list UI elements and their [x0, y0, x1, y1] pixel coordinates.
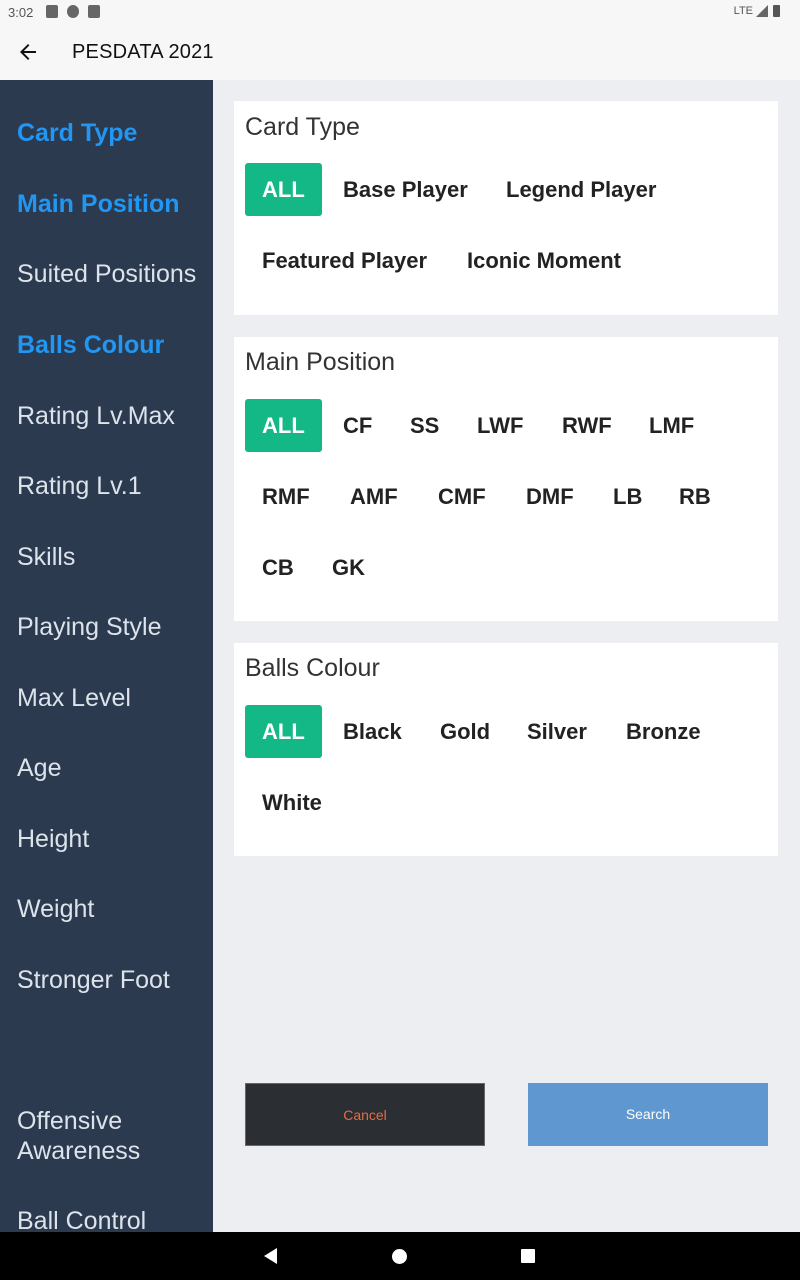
sidebar-item-rating-lv-max[interactable]: Rating Lv.Max	[17, 401, 175, 431]
card-type-chip-all[interactable]: ALL	[245, 163, 322, 216]
network-label: LTE	[733, 5, 753, 17]
colour-chip-silver[interactable]: Silver	[510, 705, 604, 758]
card-type-chip-iconic-moment[interactable]: Iconic Moment	[450, 234, 638, 287]
position-chip-amf[interactable]: AMF	[333, 470, 415, 523]
sidebar-item-balls-colour[interactable]: Balls Colour	[17, 330, 164, 360]
position-chip-cb[interactable]: CB	[245, 541, 311, 594]
search-button[interactable]: Search	[528, 1083, 768, 1146]
nav-home-icon[interactable]	[392, 1249, 407, 1264]
sidebar-item-weight[interactable]: Weight	[17, 894, 94, 924]
position-chip-rwf[interactable]: RWF	[545, 399, 629, 452]
battery-icon	[773, 5, 780, 17]
system-nav-bar	[0, 1232, 800, 1280]
app-title: PESDATA 2021	[72, 41, 214, 63]
colour-chip-black[interactable]: Black	[326, 705, 419, 758]
colour-chip-white[interactable]: White	[245, 776, 339, 829]
card-type-chip-legend-player[interactable]: Legend Player	[489, 163, 673, 216]
position-chip-lb[interactable]: LB	[596, 470, 659, 523]
colour-chip-gold[interactable]: Gold	[423, 705, 507, 758]
colour-chip-bronze[interactable]: Bronze	[609, 705, 718, 758]
position-chip-cf[interactable]: CF	[326, 399, 389, 452]
sidebar-item-rating-lv-1[interactable]: Rating Lv.1	[17, 471, 142, 501]
position-chip-dmf[interactable]: DMF	[509, 470, 591, 523]
balls-colour-section: Balls Colour ALL Black Gold Silver Bronz…	[234, 643, 778, 856]
position-chip-lwf[interactable]: LWF	[460, 399, 540, 452]
position-chip-gk[interactable]: GK	[315, 541, 382, 594]
sidebar-item-main-position[interactable]: Main Position	[17, 189, 180, 219]
position-chip-lmf[interactable]: LMF	[632, 399, 711, 452]
notification-p-icon	[67, 5, 79, 18]
sidebar-item-stronger-foot[interactable]: Stronger Foot	[17, 965, 170, 995]
position-chip-cmf[interactable]: CMF	[421, 470, 503, 523]
app-bar: PESDATA 2021	[0, 24, 800, 80]
card-type-chip-featured-player[interactable]: Featured Player	[245, 234, 444, 287]
notification-icons	[46, 5, 100, 18]
sidebar-item-skills[interactable]: Skills	[17, 542, 75, 572]
signal-icon	[756, 5, 768, 17]
notification-a-icon	[46, 5, 58, 18]
status-time: 3:02	[8, 5, 34, 20]
filter-panel: Card Type ALL Base Player Legend Player …	[213, 80, 800, 1232]
sidebar-item-height[interactable]: Height	[17, 824, 89, 854]
sidebar-item-ball-control[interactable]: Ball Control	[17, 1206, 146, 1232]
card-type-section: Card Type ALL Base Player Legend Player …	[234, 101, 778, 315]
section-title: Balls Colour	[245, 654, 380, 682]
filter-sidebar: Card Type Main Position Suited Positions…	[0, 80, 213, 1232]
position-chip-rb[interactable]: RB	[662, 470, 728, 523]
colour-chip-all[interactable]: ALL	[245, 705, 322, 758]
sidebar-item-max-level[interactable]: Max Level	[17, 683, 131, 713]
sidebar-item-age[interactable]: Age	[17, 753, 61, 783]
cancel-button[interactable]: Cancel	[245, 1083, 485, 1146]
sidebar-item-suited-positions[interactable]: Suited Positions	[17, 259, 196, 289]
section-title: Main Position	[245, 348, 396, 376]
position-chip-all[interactable]: ALL	[245, 399, 322, 452]
position-chip-rmf[interactable]: RMF	[245, 470, 327, 523]
nav-back-icon[interactable]	[262, 1247, 280, 1265]
nav-recents-icon[interactable]	[521, 1249, 535, 1263]
sidebar-item-card-type[interactable]: Card Type	[17, 118, 137, 148]
position-chip-ss[interactable]: SS	[393, 399, 456, 452]
sidebar-item-playing-style[interactable]: Playing Style	[17, 612, 162, 642]
section-title: Card Type	[245, 113, 360, 141]
status-bar: 3:02 LTE	[0, 0, 800, 24]
sd-card-icon	[88, 5, 100, 18]
card-type-chip-base-player[interactable]: Base Player	[326, 163, 485, 216]
arrow-left-icon[interactable]	[16, 40, 40, 64]
sidebar-item-offensive-awareness[interactable]: Offensive Awareness	[17, 1106, 197, 1166]
main-position-section: Main Position ALL CF SS LWF RWF LMF RMF …	[234, 337, 778, 621]
status-right: LTE	[734, 5, 780, 17]
